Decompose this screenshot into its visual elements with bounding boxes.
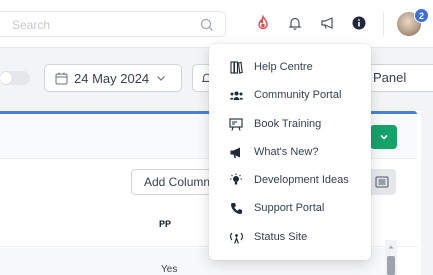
menu-item-community-portal[interactable]: Community Portal bbox=[209, 81, 371, 109]
megaphone-icon bbox=[228, 144, 244, 160]
chevron-down-icon bbox=[157, 76, 166, 81]
expand-button[interactable] bbox=[370, 125, 397, 149]
menu-item-label: Development Ideas bbox=[254, 174, 349, 186]
chevron-down-icon bbox=[379, 134, 388, 140]
panel-button[interactable]: Panel bbox=[362, 64, 433, 92]
table-cell: Yes bbox=[161, 264, 178, 275]
menu-item-label: Status Site bbox=[254, 231, 308, 243]
list-icon bbox=[375, 176, 389, 188]
megaphone-icon[interactable] bbox=[319, 14, 337, 32]
menu-item-support-portal[interactable]: Support Portal bbox=[209, 194, 371, 222]
scroll-up-arrow-icon[interactable] bbox=[388, 244, 394, 250]
community-icon bbox=[228, 87, 244, 103]
menu-item-status-site[interactable]: Status Site bbox=[209, 223, 371, 251]
add-column-button[interactable]: Add Column bbox=[131, 169, 213, 195]
search-icon bbox=[200, 18, 213, 31]
broadcast-icon bbox=[228, 229, 244, 245]
header-divider bbox=[383, 12, 384, 36]
menu-item-label: Community Portal bbox=[254, 89, 342, 101]
menu-item-help-centre[interactable]: Help Centre bbox=[209, 53, 371, 81]
menu-item-label: What's New? bbox=[254, 146, 319, 158]
menu-item-label: Book Training bbox=[254, 118, 322, 130]
list-view-button[interactable] bbox=[368, 169, 396, 195]
info-icon[interactable] bbox=[350, 14, 368, 32]
menu-item-book-training[interactable]: Book Training bbox=[209, 110, 371, 138]
lightbulb-icon bbox=[228, 172, 244, 188]
book-icon bbox=[228, 59, 244, 75]
toggle-knob bbox=[0, 72, 12, 84]
search-placeholder: Search bbox=[12, 18, 51, 32]
date-picker-button[interactable]: 24 May 2024 bbox=[44, 64, 182, 92]
menu-item-development-ideas[interactable]: Development Ideas bbox=[209, 166, 371, 194]
search-input[interactable]: Search bbox=[0, 11, 226, 37]
phone-icon bbox=[228, 200, 244, 216]
bell-icon[interactable] bbox=[286, 14, 304, 32]
training-icon bbox=[228, 116, 244, 132]
scrollbar-thumb[interactable] bbox=[387, 256, 395, 275]
menu-item-whats-new[interactable]: What's New? bbox=[209, 138, 371, 166]
date-label: 24 May 2024 bbox=[74, 70, 150, 86]
notification-badge: 2 bbox=[414, 8, 429, 23]
column-header-pp[interactable]: PP bbox=[159, 219, 171, 229]
menu-item-label: Support Portal bbox=[254, 202, 325, 214]
calendar-icon bbox=[55, 72, 68, 84]
flame-icon[interactable] bbox=[254, 14, 272, 32]
menu-item-label: Help Centre bbox=[254, 61, 313, 73]
